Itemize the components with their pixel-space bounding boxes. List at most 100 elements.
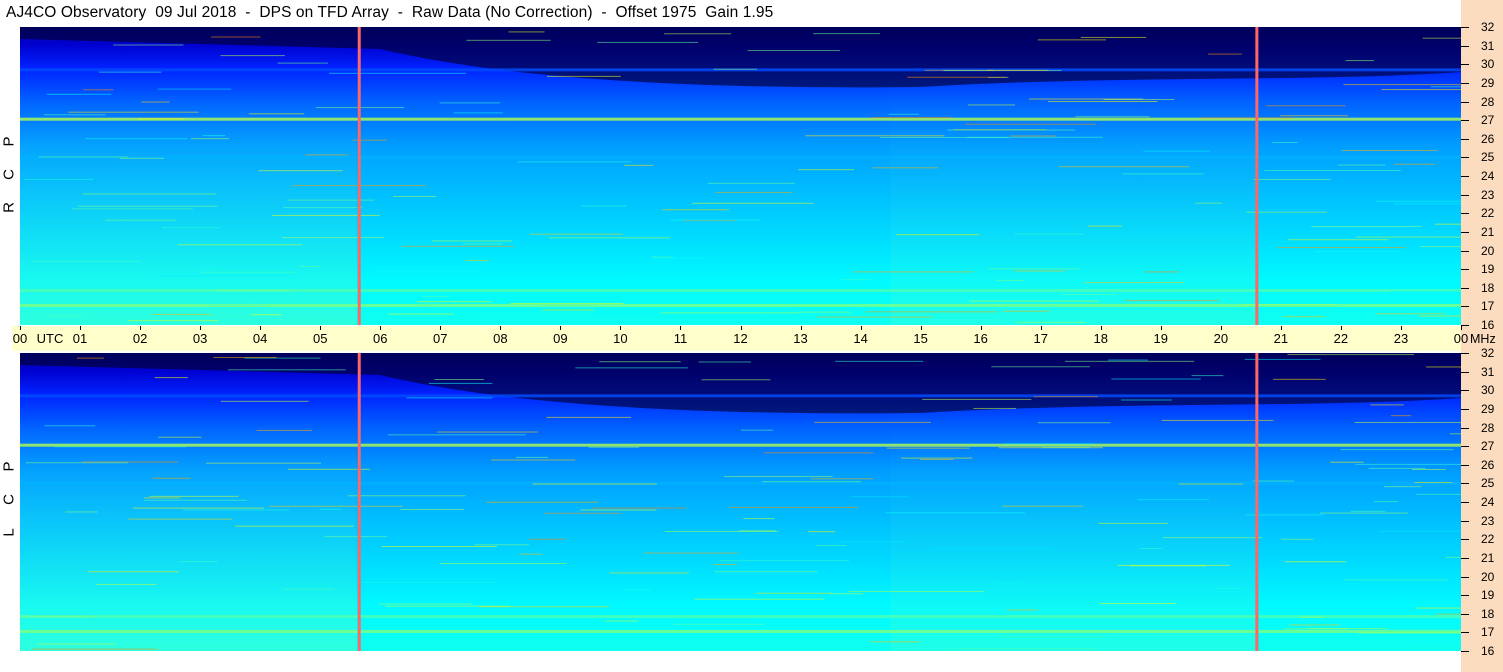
frequency-tick [1461,557,1469,559]
signal-trace [151,313,212,315]
frequency-tick-label: 24 [1481,169,1495,183]
signal-trace [988,268,1080,270]
signal-trace [835,360,924,362]
frequency-tick-label: 18 [1481,606,1495,621]
spectrogram-lcp-svg [20,353,1461,651]
signal-trace [426,591,458,593]
frequency-band [20,155,1461,159]
signal-trace [996,582,1020,584]
signal-trace [755,592,833,594]
signal-trace [830,593,864,595]
signal-trace [698,361,751,363]
signal-trace [1214,588,1242,590]
signal-trace [1108,359,1148,361]
signal-trace [747,50,840,52]
frequency-tick [1461,176,1469,177]
signal-trace [200,271,296,273]
signal-trace [38,156,129,158]
signal-trace [182,509,289,511]
time-tick-label: 14 [853,331,868,346]
signal-trace [1356,236,1461,238]
signal-trace [37,643,116,645]
signal-trace [1195,202,1223,204]
signal-trace [491,459,576,461]
signal-trace [1277,247,1406,249]
signal-trace [187,267,220,269]
signal-trace [1282,316,1326,318]
frequency-tick [1461,632,1469,634]
signal-trace [991,366,1090,368]
signal-trace [1287,354,1415,356]
signal-trace [1284,561,1347,563]
signal-trace [643,552,739,554]
signal-trace [869,641,920,643]
signal-trace [605,620,639,622]
signal-trace [549,237,671,239]
signal-trace [919,458,954,460]
signal-trace [137,118,185,120]
frequency-tick [1461,576,1469,578]
signal-trace [1111,378,1201,380]
signal-trace [1343,84,1461,86]
signal-trace [1137,499,1209,501]
interference-line [1255,27,1259,325]
frequency-tick-label: 21 [1481,224,1495,239]
signal-trace [1381,89,1461,91]
signal-trace [299,266,320,268]
signal-trace [144,499,248,501]
signal-trace [1280,538,1314,540]
signal-trace [216,289,292,291]
time-tick-label: 21 [1273,331,1289,346]
signal-trace [1048,101,1158,103]
signal-trace [969,300,1099,302]
frequency-band [20,629,1461,633]
time-tick [140,326,142,330]
signal-trace [624,589,652,591]
pol-letter: P [0,136,18,147]
signal-trace [158,436,202,438]
signal-trace [202,135,226,137]
time-tick [440,326,442,330]
signal-trace [1370,404,1404,406]
frequency-band [20,615,1461,619]
signal-trace [95,583,157,585]
interference-line [357,353,361,651]
signal-trace [1390,415,1412,417]
signal-trace [287,468,370,470]
signal-trace [811,478,874,480]
time-tick-label: 07 [433,331,448,346]
frequency-tick-label: 28 [1481,420,1495,435]
signal-trace [213,356,277,358]
signal-trace [729,506,859,508]
signal-trace [387,313,454,315]
frequency-tick [1461,371,1469,373]
signal-trace [1264,170,1401,172]
frequency-tick-label: 29 [1481,75,1495,90]
frequency-tick-label: 20 [1481,243,1495,258]
signal-trace [1383,486,1422,488]
frequency-tick [1461,464,1469,466]
signal-trace [543,512,621,514]
frequency-tick-label: 27 [1481,439,1495,454]
signal-trace [453,112,503,114]
pol-letter: P [0,461,18,472]
signal-trace [434,379,484,381]
frequency-tick-label: 23 [1481,187,1495,202]
signal-trace [227,369,346,371]
spectrogram-rcp [20,27,1461,325]
signal-trace [463,243,503,245]
signal-trace [1075,116,1150,118]
signal-trace [54,446,187,448]
signal-trace [82,193,217,195]
spectrogram-rcp-svg [20,27,1461,325]
signal-trace [1375,313,1445,315]
signal-trace [220,55,285,57]
signal-trace [872,167,939,169]
signal-trace [1390,290,1461,292]
signal-trace [1139,548,1163,550]
signal-trace [466,39,551,41]
time-tick-label: 12 [733,331,748,346]
signal-trace [1207,53,1242,55]
frequency-tick-label: 17 [1481,299,1495,314]
signal-trace [1378,530,1461,532]
